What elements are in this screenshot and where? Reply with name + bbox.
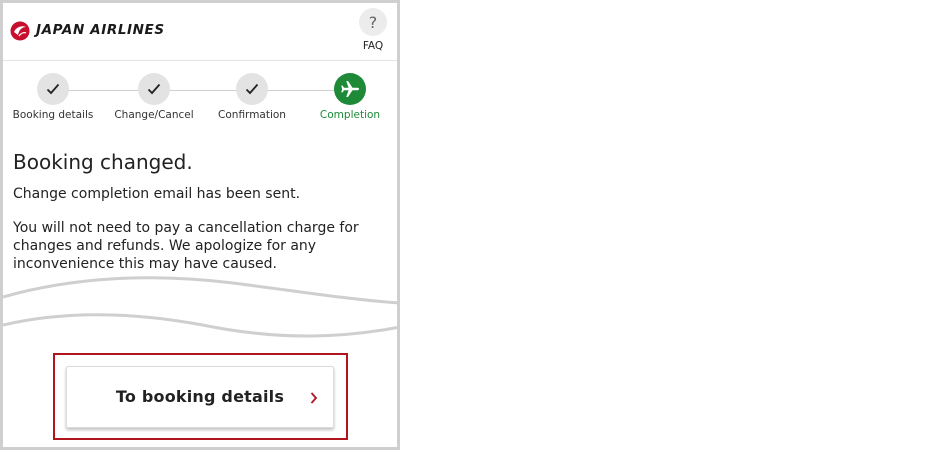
header: JAPAN AIRLINES ? FAQ	[3, 3, 397, 61]
faq-label: FAQ	[362, 40, 384, 52]
to-booking-details-button[interactable]: To booking details	[66, 366, 334, 428]
step-booking-details: Booking details	[3, 73, 103, 121]
page-title: Booking changed.	[13, 150, 193, 174]
step-confirmation: Confirmation	[202, 73, 302, 121]
chevron-right-icon	[310, 392, 318, 404]
email-notice: Change completion email has been sent.	[13, 186, 301, 202]
step-label: Change/Cancel	[114, 109, 194, 121]
step-status	[138, 73, 170, 105]
jal-crane-logo-icon	[10, 21, 30, 41]
wave-divider	[3, 276, 397, 338]
step-change-cancel: Change/Cancel	[104, 73, 204, 121]
to-booking-details-label: To booking details	[115, 387, 285, 406]
step-label: Booking details	[12, 109, 94, 121]
step-status	[334, 73, 366, 105]
checkmark-icon	[147, 83, 161, 95]
step-status	[37, 73, 69, 105]
airplane-icon	[341, 81, 359, 97]
faq-button[interactable]: ? FAQ	[356, 8, 390, 52]
question-icon: ?	[359, 8, 387, 36]
main-content: Booking changed. Change completion email…	[13, 150, 393, 273]
charge-notice: You will not need to pay a cancellation …	[13, 220, 359, 272]
brand-name: JAPAN AIRLINES	[36, 22, 165, 38]
app-frame: JAPAN AIRLINES ? FAQ Booking details Cha…	[0, 0, 400, 450]
step-status	[236, 73, 268, 105]
checkmark-icon	[245, 83, 259, 95]
progress-stepper: Booking details Change/Cancel Confirmati…	[3, 73, 397, 133]
step-label: Confirmation	[218, 109, 286, 121]
step-label: Completion	[319, 109, 381, 121]
step-completion: Completion	[300, 73, 397, 121]
checkmark-icon	[46, 83, 60, 95]
